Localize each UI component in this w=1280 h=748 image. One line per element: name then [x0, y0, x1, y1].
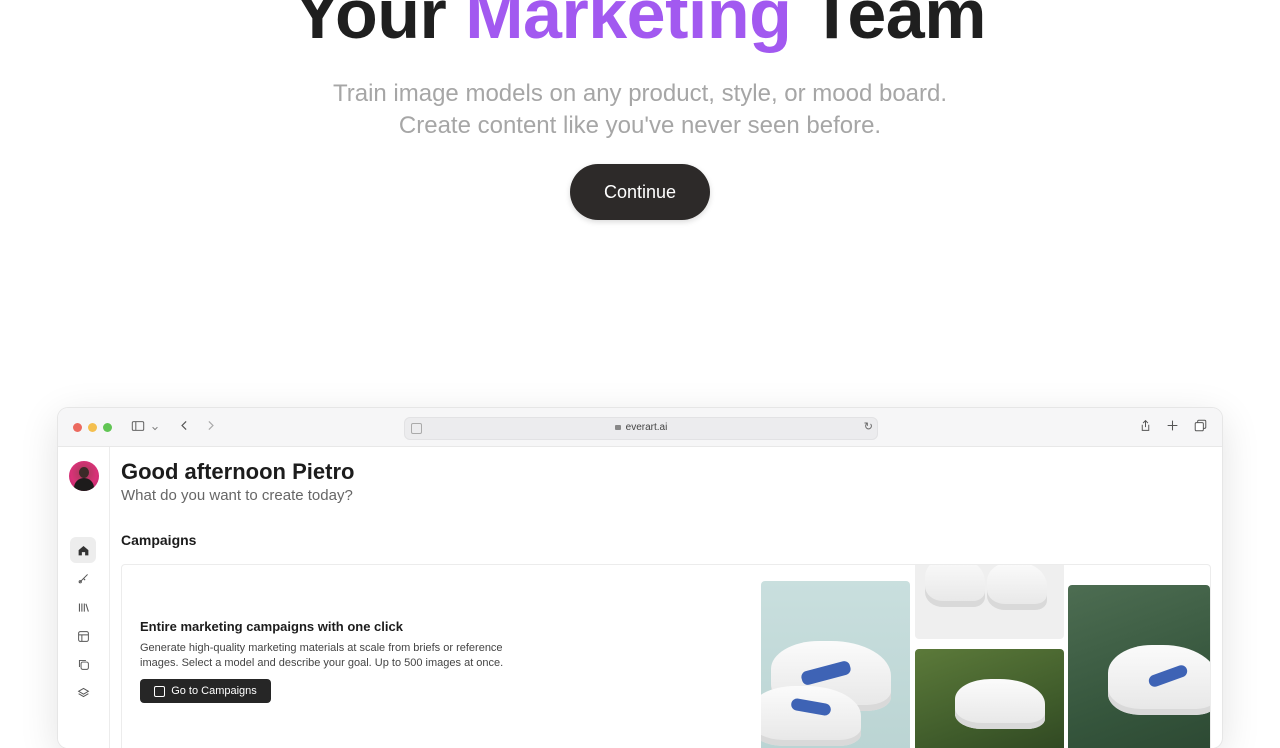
sidebar-item-brush[interactable]: [70, 565, 96, 591]
layers-icon: [77, 687, 89, 697]
new-tab-icon[interactable]: [1164, 419, 1180, 435]
card-title: Entire marketing campaigns with one clic…: [140, 619, 403, 634]
hero-title-pre: Your: [294, 0, 447, 53]
share-icon[interactable]: [1137, 419, 1153, 435]
go-to-campaigns-label: Go to Campaigns: [171, 685, 257, 697]
lock-icon: [614, 425, 621, 430]
sidebar-item-layers[interactable]: [70, 679, 96, 705]
url-text: everart.ai: [625, 422, 668, 433]
forward-icon[interactable]: [202, 419, 218, 435]
hero-title-accent: Marketing: [465, 0, 792, 53]
library-icon: [78, 602, 89, 612]
continue-button[interactable]: Continue: [570, 164, 710, 220]
hero-title: Your Marketing Team: [0, 0, 1280, 54]
browser-window: everart.ai ↻ Good afternoon Pietro What …: [58, 408, 1222, 748]
product-image-sneakers-3: [915, 649, 1064, 748]
app-sidebar: [58, 447, 110, 748]
section-title: Campaigns: [121, 532, 197, 548]
campaigns-card: Entire marketing campaigns with one clic…: [121, 564, 1211, 748]
address-bar[interactable]: everart.ai ↻: [404, 417, 878, 440]
hero-subtitle-line2: Create content like you've never seen be…: [398, 112, 882, 139]
maximize-window-button[interactable]: [103, 423, 112, 432]
sidebar-item-gallery[interactable]: [70, 623, 96, 649]
product-image-sneakers-4: [1068, 585, 1210, 748]
sidebar-item-library[interactable]: [70, 594, 96, 620]
home-icon: [78, 545, 88, 555]
copy-icon: [78, 659, 89, 670]
back-icon[interactable]: [176, 419, 192, 435]
browser-titlebar: everart.ai ↻: [58, 408, 1222, 447]
page-subtitle: What do you want to create today?: [121, 487, 353, 504]
card-description-line1: Generate high-quality marketing material…: [140, 642, 503, 654]
url-display: everart.ai: [405, 421, 877, 435]
hero-subtitle-line1: Train image models on any product, style…: [332, 80, 948, 107]
tabs-overview-icon[interactable]: [1192, 419, 1208, 435]
go-to-campaigns-button[interactable]: Go to Campaigns: [140, 679, 271, 703]
campaign-icon: [154, 685, 166, 697]
sidebar-item-copy[interactable]: [70, 651, 96, 677]
gallery-icon: [77, 630, 89, 642]
card-description: Generate high-quality marketing material…: [140, 641, 540, 671]
hero-subtitle: Train image models on any product, style…: [0, 78, 1280, 142]
page-title: Good afternoon Pietro: [121, 459, 355, 484]
chevron-down-icon[interactable]: [150, 419, 160, 435]
reload-icon[interactable]: ↻: [864, 420, 873, 433]
close-window-button[interactable]: [73, 423, 82, 432]
sidebar-toggle-icon[interactable]: [130, 419, 146, 435]
product-image-sneakers-2: [915, 565, 1064, 639]
avatar[interactable]: [69, 461, 99, 491]
product-image-sneakers-1: [761, 581, 910, 748]
card-description-line2: images. Select a model and describe your…: [140, 657, 504, 669]
brush-icon: [78, 573, 88, 583]
minimize-window-button[interactable]: [88, 423, 97, 432]
hero-title-post: Team: [810, 0, 986, 53]
sidebar-item-home[interactable]: [70, 537, 96, 563]
